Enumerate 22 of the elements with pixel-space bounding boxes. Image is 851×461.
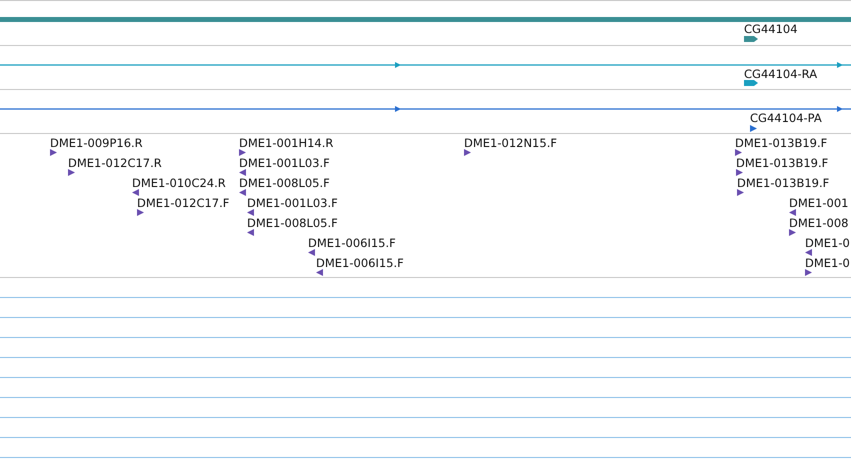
feature-label: CG44104 [744, 23, 798, 36]
read-label: DME1-006I15.F [308, 237, 396, 250]
read-label: DME1-001H14.R [239, 137, 334, 150]
read-label: DME1-006I15.F [316, 257, 404, 270]
read-label: DME1-012C17.R [68, 157, 162, 170]
read-label: DME1-009P16.R [50, 137, 143, 150]
feature-label: CG44104-RA [744, 68, 818, 81]
read-label: DME1-012N15.F [464, 137, 557, 150]
read-label: DME1-001L03.F [239, 157, 330, 170]
read-label: DME1-013B19.F [737, 177, 830, 190]
read-label: DME1-001 [789, 197, 848, 210]
read-label: DME1-010C24.R [132, 177, 226, 190]
read-label: DME1-013B19.F [736, 157, 828, 170]
read-label: DME1-001L03.F [247, 197, 338, 210]
feature-label: CG44104-PA [750, 112, 822, 125]
read-label: DME1-008 [789, 217, 848, 230]
read-label: DME1-012C17.F [137, 197, 230, 210]
read-label: DME1-0 [805, 237, 850, 250]
read-label: DME1-008L05.F [239, 177, 330, 190]
read-label: DME1-008L05.F [247, 217, 338, 230]
read-label: DME1-013B19.F [735, 137, 828, 150]
read-label: DME1-0 [805, 257, 850, 270]
